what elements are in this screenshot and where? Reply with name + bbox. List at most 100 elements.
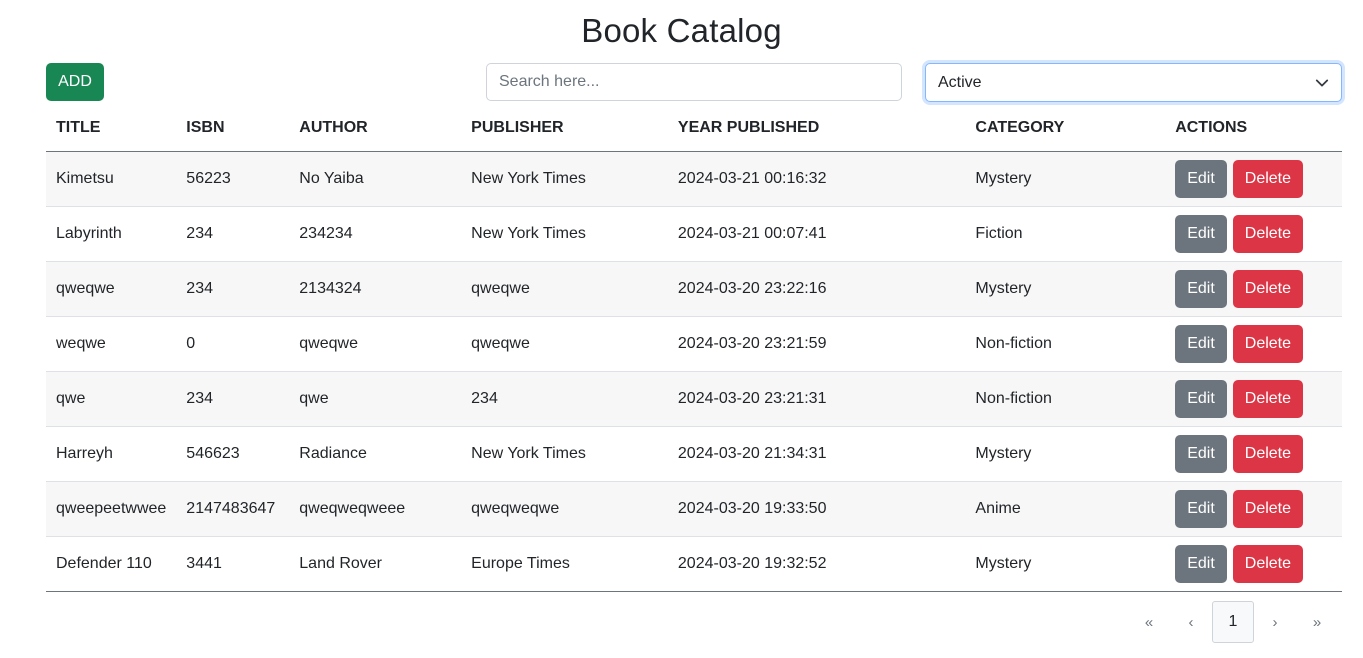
cell-title: qweepeetwwee: [46, 481, 177, 537]
table-header-row: TITLE ISBN AUTHOR PUBLISHER YEAR PUBLISH…: [46, 106, 1342, 152]
column-header-title: TITLE: [46, 106, 177, 152]
search-input[interactable]: [486, 63, 902, 101]
cell-title: qwe: [46, 371, 177, 427]
cell-title: Harreyh: [46, 426, 177, 482]
cell-year-published: 2024-03-21 00:07:41: [667, 206, 966, 262]
edit-button[interactable]: Edit: [1175, 159, 1227, 198]
cell-title: Kimetsu: [46, 151, 177, 207]
column-header-actions: ACTIONS: [1165, 106, 1342, 152]
cell-publisher: Europe Times: [461, 536, 668, 592]
add-button[interactable]: ADD: [46, 63, 104, 101]
cell-year-published: 2024-03-20 19:33:50: [667, 481, 966, 537]
cell-year-published: 2024-03-20 23:21:59: [667, 316, 966, 372]
table-row: weqwe 0 qweqwe qweqwe 2024-03-20 23:21:5…: [46, 316, 1342, 372]
cell-title: Labyrinth: [46, 206, 177, 262]
cell-category: Mystery: [965, 261, 1166, 317]
status-filter-select[interactable]: Active: [925, 63, 1342, 102]
cell-actions: Edit Delete: [1165, 536, 1342, 592]
cell-actions: Edit Delete: [1165, 316, 1342, 372]
delete-button[interactable]: Delete: [1232, 269, 1304, 308]
cell-author: 234234: [289, 206, 462, 262]
cell-actions: Edit Delete: [1165, 261, 1342, 317]
cell-category: Non-fiction: [965, 371, 1166, 427]
pagination-page-1[interactable]: 1: [1212, 601, 1254, 643]
cell-author: qweqwe: [289, 316, 462, 372]
pagination-first[interactable]: «: [1128, 601, 1170, 643]
cell-actions: Edit Delete: [1165, 206, 1342, 262]
edit-button[interactable]: Edit: [1175, 269, 1227, 308]
cell-actions: Edit Delete: [1165, 481, 1342, 537]
cell-author: qweqweqweee: [289, 481, 462, 537]
chevron-down-icon: [1315, 79, 1329, 86]
cell-publisher: 234: [461, 371, 668, 427]
cell-author: 2134324: [289, 261, 462, 317]
cell-category: Anime: [965, 481, 1166, 537]
cell-isbn: 56223: [176, 151, 290, 207]
cell-title: Defender 110: [46, 536, 177, 592]
cell-author: Radiance: [289, 426, 462, 482]
table-row: Kimetsu 56223 No Yaiba New York Times 20…: [46, 151, 1342, 207]
cell-year-published: 2024-03-20 19:32:52: [667, 536, 966, 592]
cell-isbn: 234: [176, 261, 290, 317]
cell-category: Mystery: [965, 536, 1166, 592]
cell-year-published: 2024-03-20 23:22:16: [667, 261, 966, 317]
edit-button[interactable]: Edit: [1175, 379, 1227, 418]
page-title: Book Catalog: [581, 12, 782, 49]
cell-actions: Edit Delete: [1165, 151, 1342, 207]
edit-button[interactable]: Edit: [1175, 324, 1227, 363]
cell-publisher: New York Times: [461, 151, 668, 207]
delete-button[interactable]: Delete: [1232, 489, 1304, 528]
edit-button[interactable]: Edit: [1175, 489, 1227, 528]
status-filter-value: Active: [938, 73, 982, 91]
cell-title: weqwe: [46, 316, 177, 372]
table-row: qwe 234 qwe 234 2024-03-20 23:21:31 Non-…: [46, 371, 1342, 427]
table-row: Labyrinth 234 234234 New York Times 2024…: [46, 206, 1342, 262]
edit-button[interactable]: Edit: [1175, 214, 1227, 253]
pagination-prev[interactable]: ‹: [1170, 601, 1212, 643]
cell-year-published: 2024-03-21 00:16:32: [667, 151, 966, 207]
cell-isbn: 234: [176, 206, 290, 262]
pagination: « ‹ 1 › »: [1128, 601, 1338, 643]
cell-publisher: qweqweqwe: [461, 481, 668, 537]
cell-publisher: qweqwe: [461, 261, 668, 317]
book-table: TITLE ISBN AUTHOR PUBLISHER YEAR PUBLISH…: [46, 106, 1342, 592]
delete-button[interactable]: Delete: [1232, 379, 1304, 418]
cell-publisher: New York Times: [461, 426, 668, 482]
cell-year-published: 2024-03-20 23:21:31: [667, 371, 966, 427]
cell-category: Non-fiction: [965, 316, 1166, 372]
delete-button[interactable]: Delete: [1232, 214, 1304, 253]
cell-author: No Yaiba: [289, 151, 462, 207]
cell-author: qwe: [289, 371, 462, 427]
column-header-author: AUTHOR: [289, 106, 462, 152]
cell-isbn: 0: [176, 316, 290, 372]
cell-actions: Edit Delete: [1165, 371, 1342, 427]
table-row: Harreyh 546623 Radiance New York Times 2…: [46, 426, 1342, 482]
edit-button[interactable]: Edit: [1175, 434, 1227, 473]
cell-actions: Edit Delete: [1165, 426, 1342, 482]
delete-button[interactable]: Delete: [1232, 434, 1304, 473]
cell-category: Mystery: [965, 426, 1166, 482]
cell-category: Fiction: [965, 206, 1166, 262]
table-row: qweepeetwwee 2147483647 qweqweqweee qweq…: [46, 481, 1342, 537]
pagination-next[interactable]: ›: [1254, 601, 1296, 643]
cell-category: Mystery: [965, 151, 1166, 207]
cell-isbn: 2147483647: [176, 481, 290, 537]
table-row: Defender 110 3441 Land Rover Europe Time…: [46, 536, 1342, 592]
delete-button[interactable]: Delete: [1232, 544, 1304, 583]
cell-author: Land Rover: [289, 536, 462, 592]
table-row: qweqwe 234 2134324 qweqwe 2024-03-20 23:…: [46, 261, 1342, 317]
cell-publisher: qweqwe: [461, 316, 668, 372]
cell-isbn: 3441: [176, 536, 290, 592]
cell-publisher: New York Times: [461, 206, 668, 262]
column-header-publisher: PUBLISHER: [461, 106, 668, 152]
column-header-isbn: ISBN: [176, 106, 290, 152]
cell-year-published: 2024-03-20 21:34:31: [667, 426, 966, 482]
cell-title: qweqwe: [46, 261, 177, 317]
delete-button[interactable]: Delete: [1232, 324, 1304, 363]
column-header-year-published: YEAR PUBLISHED: [667, 106, 966, 152]
edit-button[interactable]: Edit: [1175, 544, 1227, 583]
column-header-category: CATEGORY: [965, 106, 1166, 152]
cell-isbn: 546623: [176, 426, 290, 482]
pagination-last[interactable]: »: [1296, 601, 1338, 643]
delete-button[interactable]: Delete: [1232, 159, 1304, 198]
